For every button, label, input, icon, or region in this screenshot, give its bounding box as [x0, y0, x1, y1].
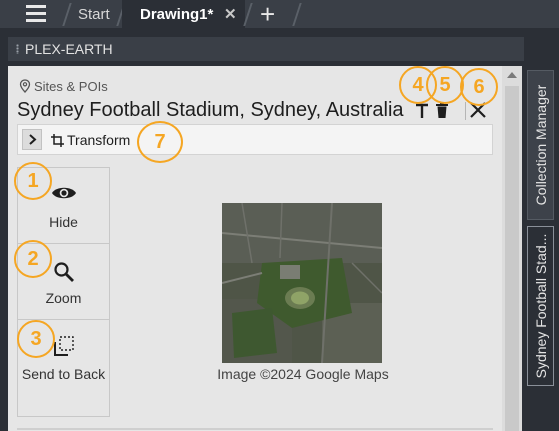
new-tab-plus-icon[interactable]: +	[260, 1, 275, 27]
hide-label: Hide	[49, 214, 78, 230]
dock-side-tabs: Collection Manager Sydney Football Stad.…	[524, 66, 559, 431]
section-divider	[17, 428, 493, 430]
eye-icon	[52, 187, 76, 199]
side-tab-label: Collection Manager	[532, 84, 549, 206]
expand-button[interactable]	[22, 129, 42, 150]
menu-icon[interactable]	[26, 5, 48, 23]
callout-6: 6	[460, 68, 498, 106]
transform-header[interactable]: Transform	[51, 132, 130, 148]
transform-icon	[51, 133, 64, 147]
callout-1: 1	[14, 162, 52, 200]
callout-5: 5	[426, 66, 464, 104]
tab-separator	[62, 3, 72, 26]
side-tab-sydney-football-stadium[interactable]: Sydney Football Stad...	[527, 226, 554, 386]
header-divider	[465, 102, 466, 120]
callout-3: 3	[17, 320, 55, 358]
transform-section[interactable]: Transform	[17, 124, 493, 155]
action-buttons: Hide Zoom Send to Back	[17, 167, 110, 417]
callout-2: 2	[14, 240, 52, 278]
document-tab-bar: Start Drawing1* ✕ +	[0, 0, 559, 28]
palette-title: PLEX-EARTH	[25, 41, 113, 57]
panel-scrollbar[interactable]	[502, 66, 522, 431]
tab-start[interactable]: Start	[78, 6, 110, 23]
tab-drawing1[interactable]: Drawing1* ✕	[122, 0, 245, 28]
side-tab-label: Sydney Football Stad...	[532, 233, 549, 379]
side-tab-collection-manager[interactable]: Collection Manager	[527, 70, 554, 220]
breadcrumb-label: Sites & POIs	[34, 78, 108, 94]
site-details-panel: Sites & POIs Sydney Football Stadium, Sy…	[8, 66, 502, 431]
chevron-right-icon	[29, 134, 37, 145]
send-to-back-icon	[54, 336, 74, 356]
breadcrumb[interactable]: Sites & POIs	[19, 78, 108, 94]
location-pin-icon	[19, 79, 31, 93]
grip-icon[interactable]	[16, 44, 19, 54]
map-attribution: Image ©2024 Google Maps	[217, 366, 389, 382]
scroll-up-arrow-icon[interactable]	[507, 72, 517, 78]
tab-drawing1-label: Drawing1*	[140, 6, 214, 23]
magnifier-icon	[54, 262, 74, 282]
zoom-label: Zoom	[45, 290, 82, 306]
close-tab-icon[interactable]: ✕	[224, 5, 237, 23]
send-to-back-label: Send to Back	[21, 366, 106, 382]
satellite-thumbnail	[222, 203, 382, 363]
site-title: Sydney Football Stadium, Sydney, Austral…	[17, 99, 404, 121]
scrollbar-thumb[interactable]	[505, 86, 519, 431]
callout-7: 7	[137, 121, 183, 163]
tab-separator	[292, 3, 302, 26]
palette-title-bar[interactable]: PLEX-EARTH	[8, 37, 524, 61]
transform-label: Transform	[67, 132, 131, 148]
